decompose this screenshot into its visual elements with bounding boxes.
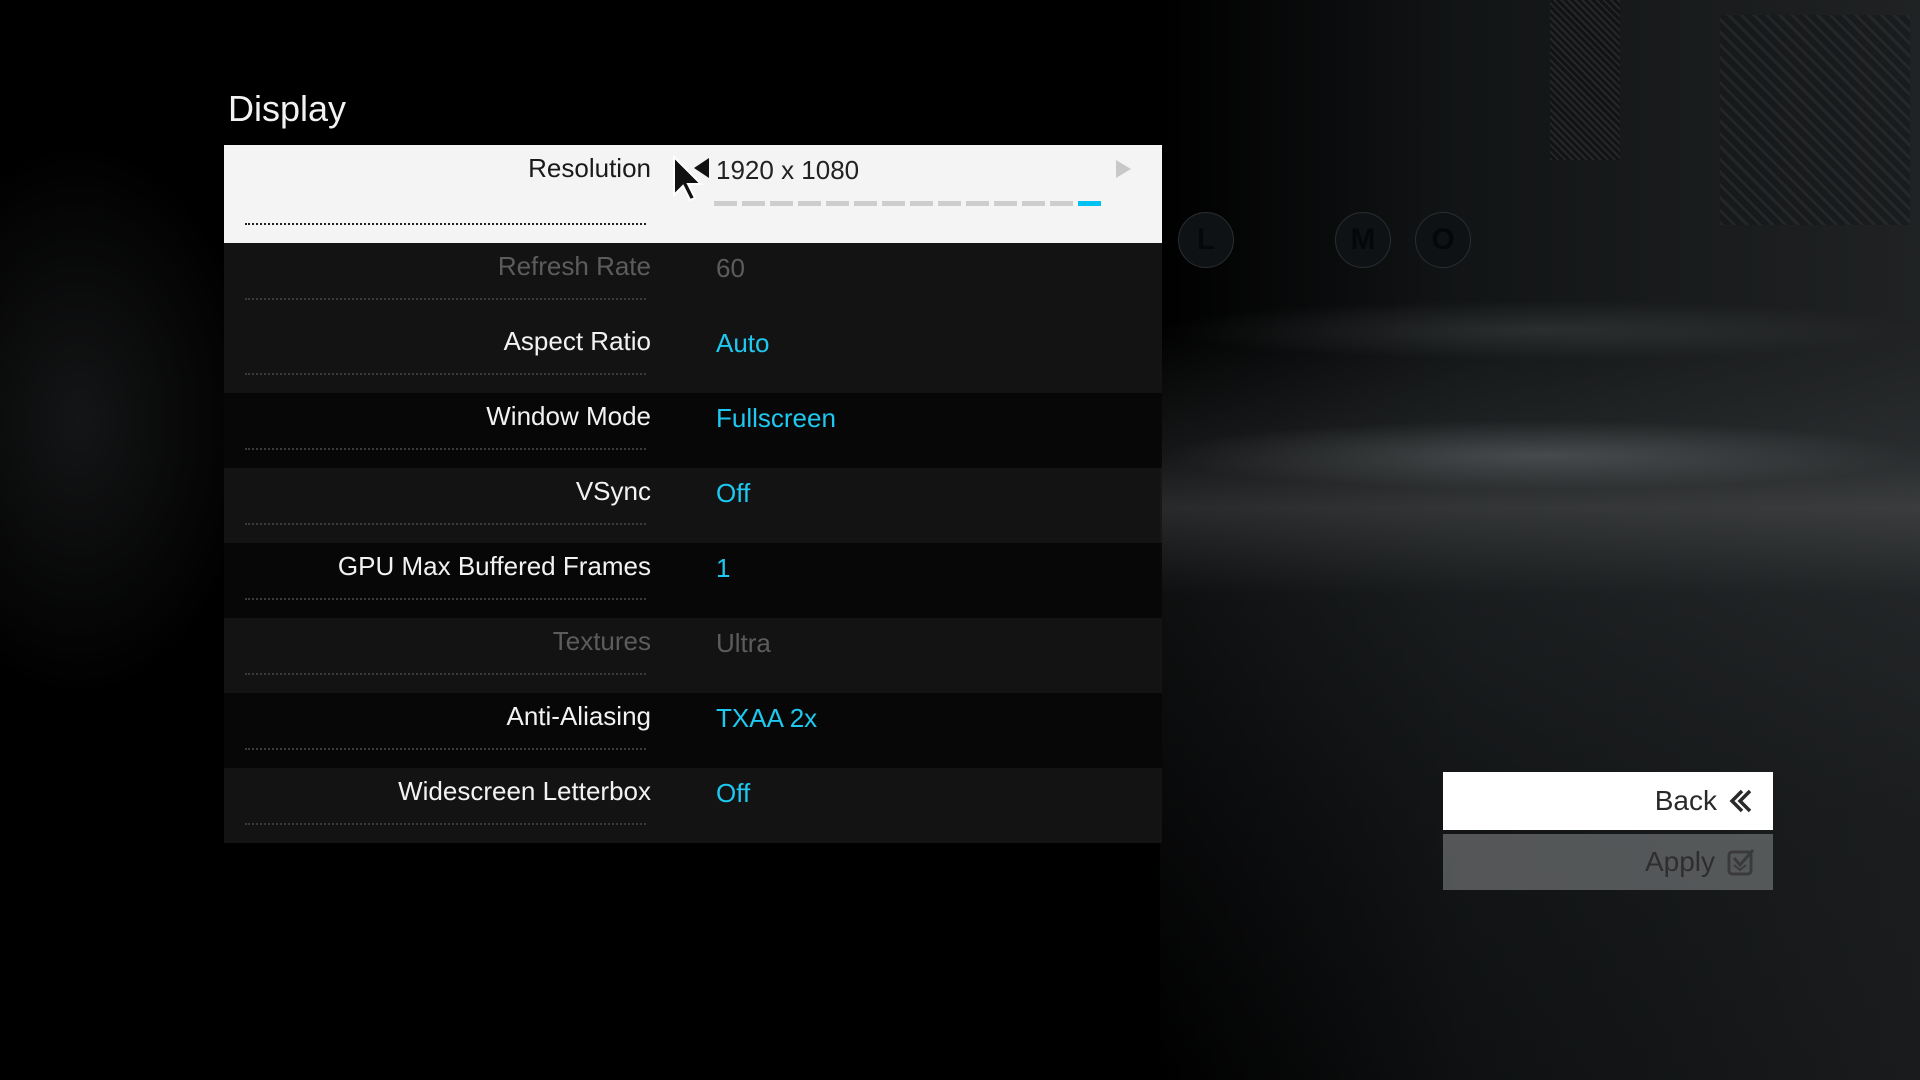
setting-label: Widescreen Letterbox (398, 776, 651, 806)
setting-value: 1 (716, 553, 731, 583)
arrow-right-icon[interactable] (1116, 160, 1131, 178)
setting-value: Off (716, 778, 751, 808)
slider-segment[interactable] (1022, 201, 1045, 206)
setting-value: 1920 x 1080 (716, 155, 860, 185)
slider-segment[interactable] (910, 201, 933, 206)
left-haze (0, 140, 260, 700)
apply-button[interactable]: Apply (1443, 834, 1773, 890)
setting-value: Fullscreen (716, 403, 836, 433)
setting-value: Auto (716, 328, 770, 358)
sign-ball: O (1415, 212, 1471, 268)
dotted-divider (245, 523, 646, 525)
setting-label: Window Mode (486, 401, 651, 431)
setting-value: 60 (716, 253, 745, 283)
fog-band (1160, 420, 1920, 490)
sign-ball: M (1335, 212, 1391, 268)
slider-segment[interactable] (742, 201, 765, 206)
slider-segment[interactable] (826, 201, 849, 206)
setting-row-vsync[interactable]: VSync Off (224, 468, 1162, 543)
fog-band (1160, 300, 1920, 360)
setting-label: Refresh Rate (497, 251, 651, 281)
settings-list: Resolution 1920 x 1080 Refresh Rate 60 A… (224, 145, 1162, 843)
double-chevron-left-icon (1729, 789, 1752, 813)
setting-label: VSync (575, 476, 651, 506)
slider-segment[interactable] (938, 201, 961, 206)
setting-row-refresh-rate: Refresh Rate 60 (224, 243, 1162, 318)
setting-label: Anti-Aliasing (506, 701, 651, 731)
back-button[interactable]: Back (1443, 772, 1773, 830)
slider-segment[interactable] (1050, 201, 1073, 206)
back-label: Back (1654, 785, 1717, 816)
slider-segment[interactable] (798, 201, 821, 206)
setting-row-widescreen-letterbox[interactable]: Widescreen Letterbox Off (224, 768, 1162, 843)
dotted-divider (245, 598, 646, 600)
mouse-cursor-icon (673, 155, 704, 201)
slider-segment[interactable] (994, 201, 1017, 206)
background-building (1720, 15, 1910, 225)
setting-value: Off (716, 478, 751, 508)
apply-label: Apply (1644, 846, 1715, 877)
dotted-divider (245, 748, 646, 750)
sign-ball: L (1178, 212, 1234, 268)
page-title: Display (228, 88, 347, 129)
background-tower (1550, 0, 1620, 160)
action-buttons: Back Apply (1443, 772, 1773, 890)
slider-segment[interactable] (854, 201, 877, 206)
dotted-divider (245, 373, 646, 375)
dotted-divider (245, 823, 646, 825)
setting-value: TXAA 2x (716, 703, 818, 733)
slider-segment[interactable] (966, 201, 989, 206)
setting-label: Textures (552, 626, 651, 656)
checkbox-check-icon (1727, 849, 1755, 876)
setting-label: Aspect Ratio (503, 326, 651, 356)
slider-segment[interactable] (1078, 201, 1101, 206)
slider-segment[interactable] (770, 201, 793, 206)
setting-row-anti-aliasing[interactable]: Anti-Aliasing TXAA 2x (224, 693, 1162, 768)
dotted-divider (245, 298, 646, 300)
setting-row-aspect-ratio[interactable]: Aspect Ratio Auto (224, 318, 1162, 393)
resolution-slider[interactable] (714, 201, 1101, 206)
setting-row-window-mode[interactable]: Window Mode Fullscreen (224, 393, 1162, 468)
slider-segment[interactable] (714, 201, 737, 206)
slider-segment[interactable] (882, 201, 905, 206)
setting-row-gpu-max-buffered-frames[interactable]: GPU Max Buffered Frames 1 (224, 543, 1162, 618)
setting-row-textures: Textures Ultra (224, 618, 1162, 693)
setting-label: GPU Max Buffered Frames (337, 551, 651, 581)
setting-value: Ultra (716, 628, 771, 658)
dotted-divider (245, 223, 646, 225)
setting-label: Resolution (528, 153, 651, 183)
dotted-divider (245, 448, 646, 450)
dotted-divider (245, 673, 646, 675)
setting-row-resolution[interactable]: Resolution 1920 x 1080 (224, 145, 1162, 243)
